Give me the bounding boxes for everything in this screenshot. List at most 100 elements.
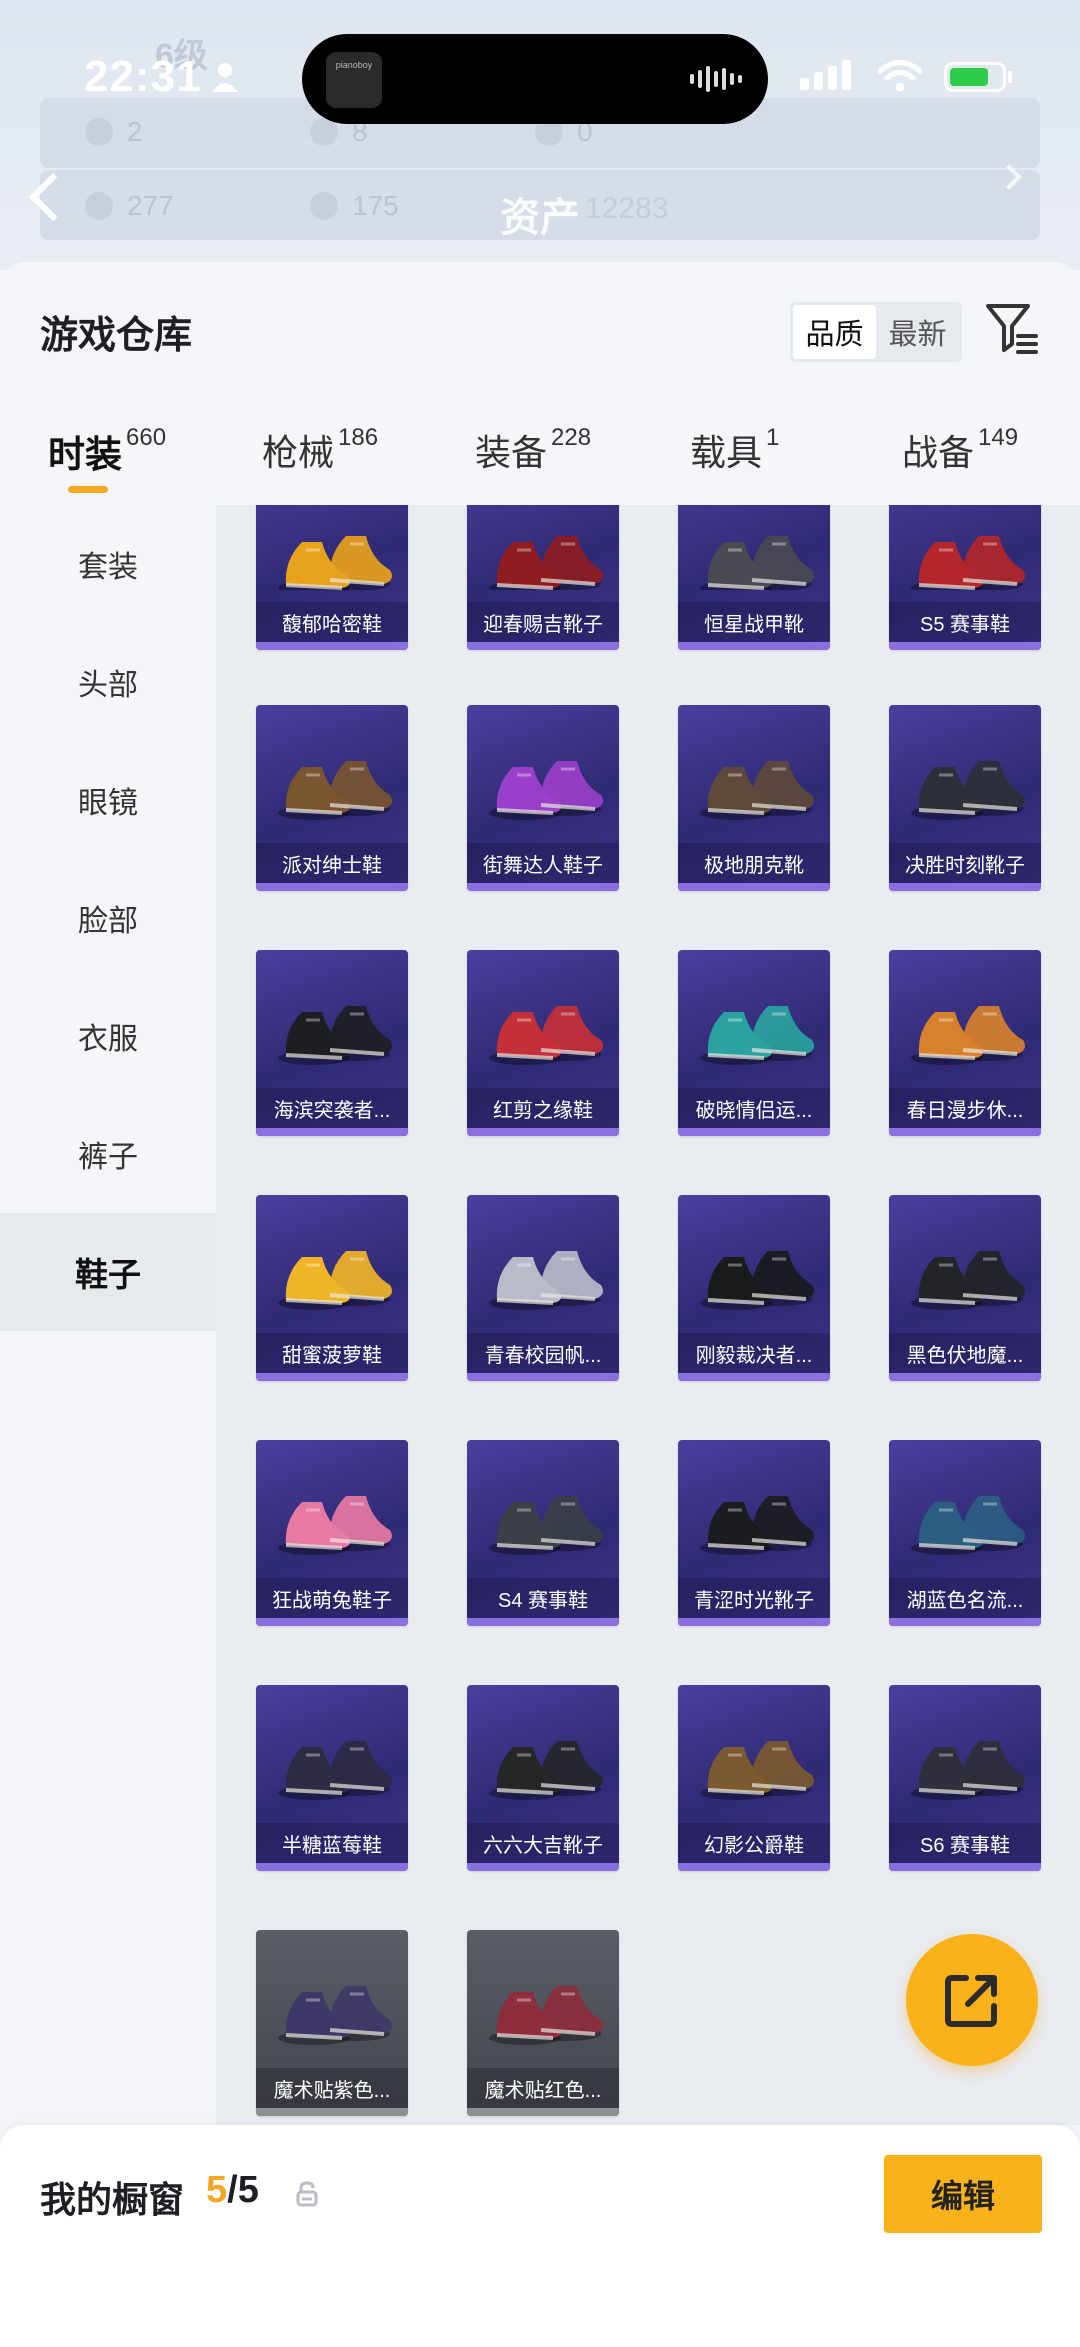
item-name: 狂战萌兔鞋子 (256, 1578, 408, 1618)
item-card[interactable]: 决胜时刻靴子 (889, 705, 1041, 891)
rarity-strip (467, 2108, 619, 2116)
person-icon (212, 63, 238, 92)
item-card[interactable]: 迎春赐吉靴子 (467, 505, 619, 650)
item-name: 极地朋克靴 (678, 843, 830, 883)
shoe-image (278, 1741, 392, 1800)
item-card[interactable]: 破晓情侣运... (678, 950, 830, 1136)
showcase-separator: / (227, 2169, 238, 2211)
battery-icon (944, 62, 1006, 92)
item-name: 幻影公爵鞋 (678, 1823, 830, 1863)
tab-gear[interactable]: 战备 149 (902, 424, 1018, 476)
rarity-strip (889, 1128, 1041, 1136)
item-name: 迎春赐吉靴子 (467, 602, 619, 642)
lock-icon (296, 2181, 318, 2207)
shoe-image (489, 1006, 603, 1065)
shoe-image (700, 536, 814, 590)
sidebar-item-clothes[interactable]: 衣服 (0, 977, 216, 1095)
item-name: 街舞达人鞋子 (467, 843, 619, 883)
asset-label: 资产 (500, 196, 580, 240)
shoe-image (700, 1006, 814, 1065)
item-card[interactable]: 魔术贴紫色... (256, 1930, 408, 2116)
item-card[interactable]: 馥郁哈密鞋 (256, 505, 408, 650)
item-card[interactable]: 青春校园帆... (467, 1195, 619, 1381)
item-card[interactable]: 黑色伏地魔... (889, 1195, 1041, 1381)
sidebar-item-head[interactable]: 头部 (0, 623, 216, 741)
tab-label: 时装 (48, 434, 122, 475)
item-card[interactable]: 极地朋克靴 (678, 705, 830, 891)
item-name: S6 赛事鞋 (889, 1823, 1041, 1863)
active-tab-indicator (68, 486, 108, 493)
item-name: 六六大吉靴子 (467, 1823, 619, 1863)
stat-value: 175 (352, 190, 399, 221)
item-card[interactable]: 派对绅士鞋 (256, 705, 408, 891)
tab-count: 149 (978, 424, 1019, 451)
item-card[interactable]: 恒星战甲靴 (678, 505, 830, 650)
shoe-image (489, 536, 603, 590)
shoe-image (278, 761, 392, 820)
item-name: 决胜时刻靴子 (889, 843, 1041, 883)
item-card[interactable]: 海滨突袭者... (256, 950, 408, 1136)
sidebar-item-outfit[interactable]: 套装 (0, 505, 216, 623)
item-card[interactable]: 街舞达人鞋子 (467, 705, 619, 891)
item-card[interactable]: 红剪之缘鞋 (467, 950, 619, 1136)
item-card[interactable]: 刚毅裁决者... (678, 1195, 830, 1381)
edit-button[interactable]: 编辑 (884, 2155, 1042, 2233)
sort-quality-option[interactable]: 品质 (793, 305, 876, 359)
item-name: 破晓情侣运... (678, 1088, 830, 1128)
item-card[interactable]: S6 赛事鞋 (889, 1685, 1041, 1871)
item-card[interactable]: 半糖蓝莓鞋 (256, 1685, 408, 1871)
item-card[interactable]: 狂战萌兔鞋子 (256, 1440, 408, 1626)
shoe-image (278, 1006, 392, 1065)
rarity-strip (467, 1128, 619, 1136)
item-name: 青涩时光靴子 (678, 1578, 830, 1618)
rarity-strip (467, 642, 619, 650)
sort-latest-option[interactable]: 最新 (876, 305, 959, 359)
rarity-strip (678, 883, 830, 891)
item-card[interactable]: 魔术贴红色... (467, 1930, 619, 2116)
sidebar-item-shoes[interactable]: 鞋子 (0, 1213, 216, 1331)
shoe-image (278, 1986, 392, 2045)
item-card[interactable]: 六六大吉靴子 (467, 1685, 619, 1871)
battery-tip (1008, 71, 1012, 83)
dynamic-island[interactable]: pianoboy (302, 34, 768, 124)
tab-label: 战备 (902, 432, 975, 473)
rarity-strip (678, 1128, 830, 1136)
page-title: 游戏仓库 (40, 315, 193, 357)
sort-toggle[interactable]: 品质 最新 (790, 302, 962, 362)
tab-equipment[interactable]: 装备 228 (475, 424, 591, 476)
showcase-bar: 我的橱窗 5/5 编辑 (0, 2125, 1080, 2347)
tab-firearms[interactable]: 枪械 186 (262, 424, 378, 476)
rarity-strip (467, 883, 619, 891)
item-grid: 馥郁哈密鞋 迎春赐吉靴子 恒星战甲靴 S5 赛事鞋派对绅士鞋 街舞达人鞋子 极地朋克靴 决胜… (216, 505, 1080, 2125)
filter-icon[interactable] (984, 300, 1040, 356)
shoe-image (278, 1496, 392, 1555)
rarity-strip (889, 1618, 1041, 1626)
item-name: 甜蜜菠萝鞋 (256, 1333, 408, 1373)
sidebar-item-face[interactable]: 脸部 (0, 859, 216, 977)
rarity-strip (889, 1373, 1041, 1381)
tab-fashion[interactable]: 时装 660 (48, 424, 166, 478)
item-name: 青春校园帆... (467, 1333, 619, 1373)
status-bar: 22:31 pianoboy (0, 0, 1080, 150)
sidebar-item-glasses[interactable]: 眼镜 (0, 741, 216, 859)
sidebar-item-pants[interactable]: 裤子 (0, 1095, 216, 1213)
item-card[interactable]: 湖蓝色名流... (889, 1440, 1041, 1626)
item-card[interactable]: S5 赛事鞋 (889, 505, 1041, 650)
showcase-count: 5/5 (206, 2169, 259, 2212)
shoe-image (278, 1251, 392, 1310)
rarity-strip (256, 883, 408, 891)
item-card[interactable]: 春日漫步休... (889, 950, 1041, 1136)
tab-vehicles[interactable]: 载具 1 (690, 424, 779, 476)
shoe-image (700, 1741, 814, 1800)
rarity-strip (256, 1618, 408, 1626)
item-name: 恒星战甲靴 (678, 602, 830, 642)
category-tabs: 时装 660 枪械 186 装备 228 载具 1 战备 149 (0, 404, 1080, 504)
item-card[interactable]: S4 赛事鞋 (467, 1440, 619, 1626)
item-card[interactable]: 青涩时光靴子 (678, 1440, 830, 1626)
item-name: 海滨突袭者... (256, 1088, 408, 1128)
item-card[interactable]: 幻影公爵鞋 (678, 1685, 830, 1871)
rarity-strip (256, 2108, 408, 2116)
artwork-text: pianoboy (335, 60, 373, 70)
item-card[interactable]: 甜蜜菠萝鞋 (256, 1195, 408, 1381)
share-button[interactable] (906, 1934, 1038, 2066)
